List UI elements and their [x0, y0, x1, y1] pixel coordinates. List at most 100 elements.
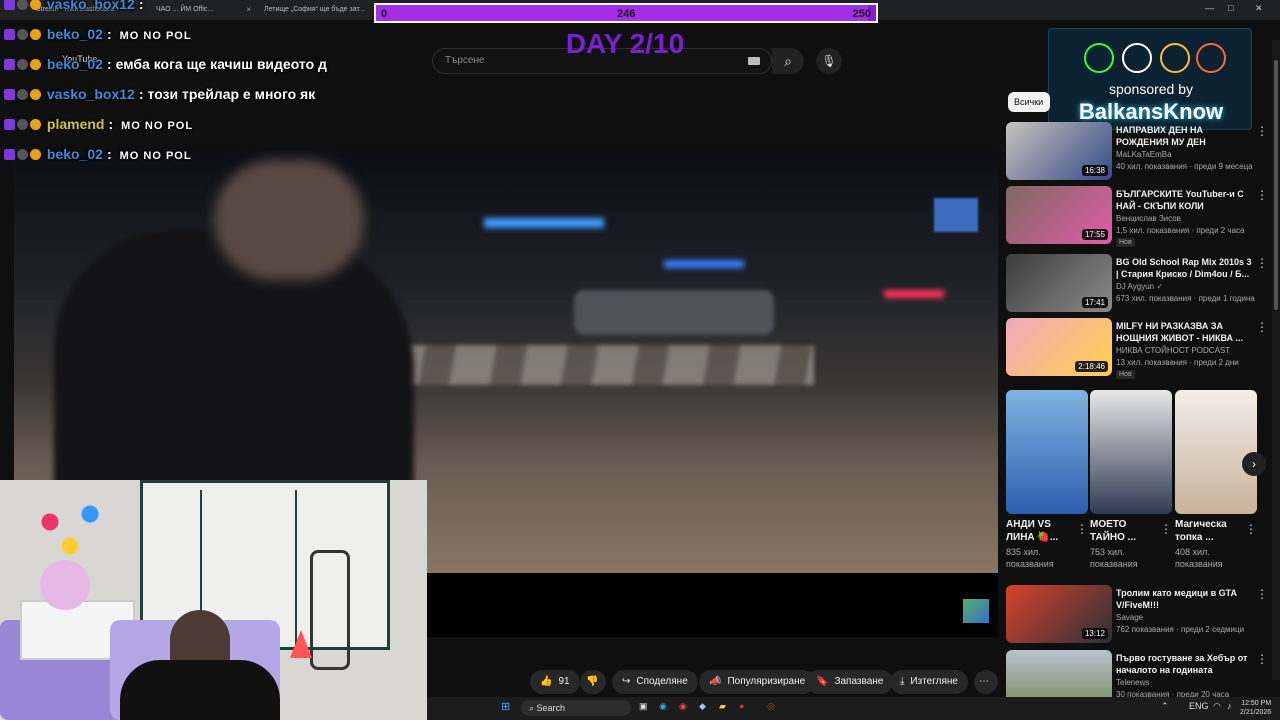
channel-name[interactable]: MaLKaTaEmBa: [1116, 150, 1172, 159]
video-title[interactable]: НАПРАВИХ ДЕН НА РОЖДЕНИЯ МУ ДЕН: [1116, 124, 1254, 148]
short-thumbnail[interactable]: [1090, 390, 1172, 514]
more-actions-button[interactable]: ⋯: [974, 670, 998, 694]
streamer-body: [120, 660, 280, 720]
chat-username[interactable]: beko_02: [47, 56, 103, 72]
short-views: 408 хил. показвания: [1175, 547, 1223, 569]
recommended-video[interactable]: 17:55 БЪЛГАРСКИТЕ YouTuber-и С НАЙ - СКЪП…: [1006, 186, 1268, 248]
headphones-badge-icon: [17, 29, 28, 40]
promote-button[interactable]: 📣 Популяризиране: [699, 670, 816, 694]
gifter-badge-icon: [30, 89, 41, 100]
windows-start-icon[interactable]: ⊞: [501, 700, 510, 713]
video-title[interactable]: Тролим като медици в GTA V/FiveM!!!: [1116, 587, 1254, 611]
taskbar-clock[interactable]: 12:50 PM 2/21/2026: [1240, 699, 1271, 717]
recommended-video[interactable]: 2:18:46 MILFY НИ РАЗКАЗВА ЗА НОЩНИЯ ЖИВОТ…: [1006, 318, 1268, 380]
share-button[interactable]: ↪ Споделяне: [612, 670, 698, 694]
chat-username[interactable]: vasko_box12: [47, 86, 135, 102]
tray-chevron-icon[interactable]: ⌃: [1161, 701, 1169, 712]
video-meta: 762 показвания · преди 2 седмици: [1116, 625, 1245, 634]
edge-icon[interactable]: ◉: [659, 701, 667, 712]
video-thumbnail[interactable]: 13:12: [1006, 585, 1112, 643]
short-thumbnail[interactable]: [1175, 390, 1257, 514]
more-options-icon[interactable]: ⋮: [1256, 124, 1268, 138]
channel-name[interactable]: DJ Aygyun ✓: [1116, 282, 1163, 291]
minimize-button[interactable]: —: [1205, 3, 1214, 13]
volume-icon[interactable]: ♪: [1227, 701, 1232, 711]
video-title[interactable]: БЪЛГАРСКИТЕ YouTuber-и С НАЙ - СКЪПИ КОЛ…: [1116, 188, 1254, 212]
video-meta: 40 хил. показвания · преди 9 месеца: [1116, 162, 1253, 171]
channel-name[interactable]: НИКВА СТОЙНОСТ PODCAST: [1116, 346, 1230, 355]
shorts-next-button[interactable]: ›: [1242, 452, 1266, 476]
video-thumbnail[interactable]: 2:18:46: [1006, 318, 1112, 376]
more-options-icon[interactable]: ⋮: [1256, 652, 1268, 666]
short-title[interactable]: МОЕТО ТАЙНО ...: [1090, 518, 1158, 544]
recommended-video[interactable]: 16:38 НАПРАВИХ ДЕН НА РОЖДЕНИЯ МУ ДЕН MaLK…: [1006, 122, 1268, 184]
sub-goal-progress-bar: 0 246 250: [374, 3, 878, 23]
keyboard-icon[interactable]: [748, 57, 760, 65]
day-counter: DAY 2/10: [565, 28, 685, 59]
channel-name[interactable]: Венцислав Зисов: [1116, 214, 1181, 223]
recommended-video[interactable]: 13:12 Тролим като медици в GTA V/FiveM!!!…: [1006, 585, 1268, 647]
short-title[interactable]: АНДИ VS ЛИНА 🍓...: [1006, 518, 1074, 544]
taskbar-search-box[interactable]: ⌕ Search: [521, 700, 631, 716]
short-caption[interactable]: АНДИ VS ЛИНА 🍓... 835 хил. показвания ⋮: [1006, 518, 1088, 570]
more-options-icon[interactable]: ⋮: [1256, 587, 1268, 601]
more-options-icon[interactable]: ⋮: [1245, 522, 1257, 536]
language-indicator[interactable]: ENG: [1189, 701, 1209, 711]
chat-username[interactable]: vasko_box12: [47, 0, 135, 12]
more-options-icon[interactable]: ⋮: [1256, 256, 1268, 270]
browser-tab[interactable]: ЧАО ... ЙМ Offic... ×: [150, 2, 255, 18]
chrome-icon[interactable]: ◉: [679, 701, 687, 712]
network-icon[interactable]: ◠: [1213, 701, 1221, 712]
recommended-video[interactable]: 17:41 BG Old School Rap Mix 2010s 3 | Ста…: [1006, 254, 1268, 316]
person-head-blur: [214, 160, 364, 280]
sponsor-banner: sponsored by BalkansKnow: [1048, 28, 1252, 130]
scrollbar[interactable]: [1272, 40, 1280, 680]
video-thumbnail[interactable]: 17:55: [1006, 186, 1112, 244]
dislike-button[interactable]: 👎: [580, 670, 606, 694]
more-options-icon[interactable]: ⋮: [1160, 522, 1172, 536]
more-options-icon[interactable]: ⋮: [1256, 188, 1268, 202]
chat-username[interactable]: beko_02: [47, 26, 103, 42]
channel-name[interactable]: Telenews: [1116, 678, 1149, 687]
video-title[interactable]: Първо гостуване за Хебър от началото на …: [1116, 652, 1254, 676]
app-icon[interactable]: ●: [739, 701, 744, 711]
chat-username[interactable]: plamend: [47, 116, 105, 132]
short-thumbnail[interactable]: [1006, 390, 1088, 514]
chat-username[interactable]: beko_02: [47, 146, 103, 162]
voice-search-button[interactable]: 🎙: [816, 48, 842, 74]
folder-icon[interactable]: ▰: [719, 701, 726, 712]
wall-stickers: [20, 490, 120, 570]
close-window-button[interactable]: ✕: [1255, 3, 1263, 14]
video-thumbnail[interactable]: 16:38: [1006, 122, 1112, 180]
close-tab-icon[interactable]: ×: [246, 5, 251, 14]
video-duration: 16:38: [1081, 165, 1108, 176]
video-title[interactable]: BG Old School Rap Mix 2010s 3 | Стария К…: [1116, 256, 1254, 280]
browser-tab[interactable]: Летище „София“ ще бъде зат...: [258, 2, 370, 18]
task-view-icon[interactable]: ▣: [639, 701, 648, 712]
chat-message: beko_02: MO NO POL: [4, 146, 192, 168]
gifter-badge-icon: [30, 29, 41, 40]
chat-message: vasko_box12:: [4, 0, 152, 18]
filter-chip-all[interactable]: Всички: [1008, 92, 1050, 112]
chat-text: този трейлар е много як: [147, 86, 316, 102]
more-options-icon[interactable]: ⋮: [1076, 522, 1088, 536]
short-caption[interactable]: МОЕТО ТАЙНО ... 753 хил. показвания ⋮: [1090, 518, 1172, 570]
video-duration: 17:55: [1081, 229, 1108, 240]
app-icon[interactable]: ◆: [699, 701, 706, 712]
short-title[interactable]: Магическа топка ...: [1175, 518, 1243, 544]
short-caption[interactable]: Магическа топка ... 408 хил. показвания ⋮: [1175, 518, 1257, 570]
maximize-button[interactable]: □: [1228, 3, 1233, 13]
save-button[interactable]: 🔖 Запазване: [806, 670, 894, 694]
video-title[interactable]: MILFY НИ РАЗКАЗВА ЗА НОЩНИЯ ЖИВОТ - НИКВ…: [1116, 320, 1254, 344]
channel-watermark-icon[interactable]: [963, 599, 989, 623]
download-button[interactable]: ⤓ Изтегляне: [890, 670, 968, 694]
search-button[interactable]: ⌕: [772, 48, 804, 74]
like-button[interactable]: 👍 91: [530, 670, 580, 694]
app-icon[interactable]: ◎: [767, 701, 775, 712]
headphones-badge-icon: [17, 149, 28, 160]
channel-name[interactable]: Savage: [1116, 613, 1143, 622]
video-thumbnail[interactable]: 17:41: [1006, 254, 1112, 312]
scrollbar-thumb[interactable]: [1274, 60, 1278, 310]
video-duration: 2:18:46: [1075, 361, 1108, 372]
more-options-icon[interactable]: ⋮: [1256, 320, 1268, 334]
